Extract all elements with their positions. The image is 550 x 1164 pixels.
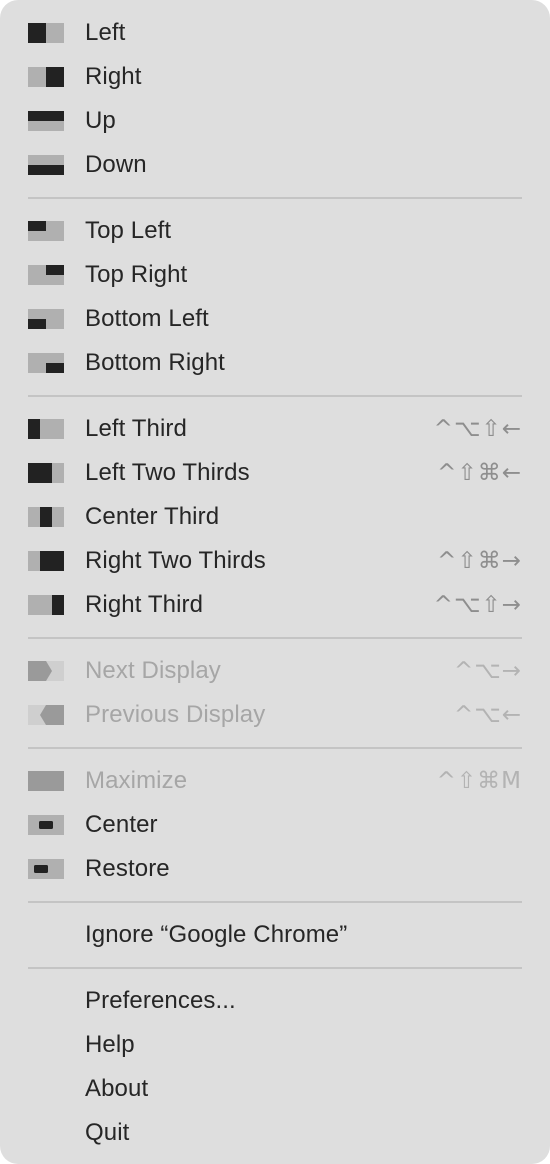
menu-item-down[interactable]: Down — [0, 143, 550, 187]
menu-item-bottom-right[interactable]: Bottom Right — [0, 341, 550, 385]
menu-separator — [0, 627, 550, 649]
menu-item-label: Quit — [85, 1119, 130, 1146]
menu-separator — [0, 737, 550, 759]
menu-separator — [0, 891, 550, 913]
menu-item-label: Bottom Right — [85, 349, 225, 376]
menu-item-left-third[interactable]: Left Third ^⌥⇧← — [0, 407, 550, 451]
left-two-thirds-icon — [28, 463, 64, 483]
menu-item-label: Left Third — [85, 415, 187, 442]
menu-item-help[interactable]: Help — [0, 1023, 550, 1067]
top-half-icon — [28, 111, 64, 131]
bottom-left-icon — [28, 309, 64, 329]
menu-item-label: Center Third — [85, 503, 220, 530]
menu-item-bottom-left[interactable]: Bottom Left — [0, 297, 550, 341]
menu-item-next-display[interactable]: Next Display ^⌥→ — [0, 649, 550, 693]
menu-item-label: Up — [85, 107, 116, 134]
keyboard-shortcut: ^⌥← — [453, 702, 522, 728]
restore-icon — [28, 859, 64, 879]
keyboard-shortcut: ^⌥→ — [453, 658, 522, 684]
keyboard-shortcut: ^⇧⌘← — [437, 460, 522, 486]
menu-item-label: Next Display — [85, 657, 221, 684]
menu-item-right[interactable]: Right — [0, 55, 550, 99]
menu-item-ignore-app[interactable]: Ignore “Google Chrome” — [0, 913, 550, 957]
menu-item-top-left[interactable]: Top Left — [0, 209, 550, 253]
menu-separator — [0, 385, 550, 407]
keyboard-shortcut: ^⌥⇧→ — [433, 592, 522, 618]
menu-item-quit[interactable]: Quit — [0, 1111, 550, 1155]
menu-item-label: Help — [85, 1031, 135, 1058]
menu-item-label: About — [85, 1075, 149, 1102]
menu-item-label: Maximize — [85, 767, 188, 794]
menu-item-right-third[interactable]: Right Third ^⌥⇧→ — [0, 583, 550, 627]
top-right-icon — [28, 265, 64, 285]
menu-item-top-right[interactable]: Top Right — [0, 253, 550, 297]
menu-item-label: Top Left — [85, 217, 172, 244]
left-half-icon — [28, 23, 64, 43]
menu-item-label: Restore — [85, 855, 170, 882]
menu-item-label: Center — [85, 811, 158, 838]
menu-item-label: Top Right — [85, 261, 188, 288]
menu-item-left-two-thirds[interactable]: Left Two Thirds ^⇧⌘← — [0, 451, 550, 495]
menu-item-center[interactable]: Center — [0, 803, 550, 847]
center-icon — [28, 815, 64, 835]
menu-item-label: Ignore “Google Chrome” — [85, 921, 348, 948]
menu-item-label: Preferences... — [85, 987, 236, 1014]
menu-item-up[interactable]: Up — [0, 99, 550, 143]
menu-item-label: Left — [85, 19, 126, 46]
menu-item-label: Bottom Left — [85, 305, 209, 332]
menu-item-about[interactable]: About — [0, 1067, 550, 1111]
menu-item-maximize[interactable]: Maximize ^⇧⌘M — [0, 759, 550, 803]
menu-item-label: Previous Display — [85, 701, 266, 728]
top-left-icon — [28, 221, 64, 241]
maximize-icon — [28, 771, 64, 791]
next-display-icon — [28, 661, 64, 681]
bottom-half-icon — [28, 155, 64, 175]
menu-item-restore[interactable]: Restore — [0, 847, 550, 891]
menu-item-preferences[interactable]: Preferences... — [0, 979, 550, 1023]
keyboard-shortcut: ^⇧⌘→ — [437, 548, 522, 574]
right-third-icon — [28, 595, 64, 615]
menu-separator — [0, 957, 550, 979]
menu-item-previous-display[interactable]: Previous Display ^⌥← — [0, 693, 550, 737]
menu-item-right-two-thirds[interactable]: Right Two Thirds ^⇧⌘→ — [0, 539, 550, 583]
keyboard-shortcut: ^⌥⇧← — [433, 416, 522, 442]
menu-item-label: Right — [85, 63, 142, 90]
menu-item-label: Down — [85, 151, 147, 178]
menu-separator — [0, 187, 550, 209]
keyboard-shortcut: ^⇧⌘M — [436, 768, 522, 794]
right-half-icon — [28, 67, 64, 87]
left-third-icon — [28, 419, 64, 439]
rectangle-menu: Left Right Up Down Top Left Top Right Bo… — [0, 0, 550, 1164]
previous-display-icon — [28, 705, 64, 725]
menu-item-label: Left Two Thirds — [85, 459, 250, 486]
menu-item-left[interactable]: Left — [0, 11, 550, 55]
center-third-icon — [28, 507, 64, 527]
menu-item-center-third[interactable]: Center Third — [0, 495, 550, 539]
menu-item-label: Right Third — [85, 591, 204, 618]
menu-item-label: Right Two Thirds — [85, 547, 266, 574]
right-two-thirds-icon — [28, 551, 64, 571]
bottom-right-icon — [28, 353, 64, 373]
